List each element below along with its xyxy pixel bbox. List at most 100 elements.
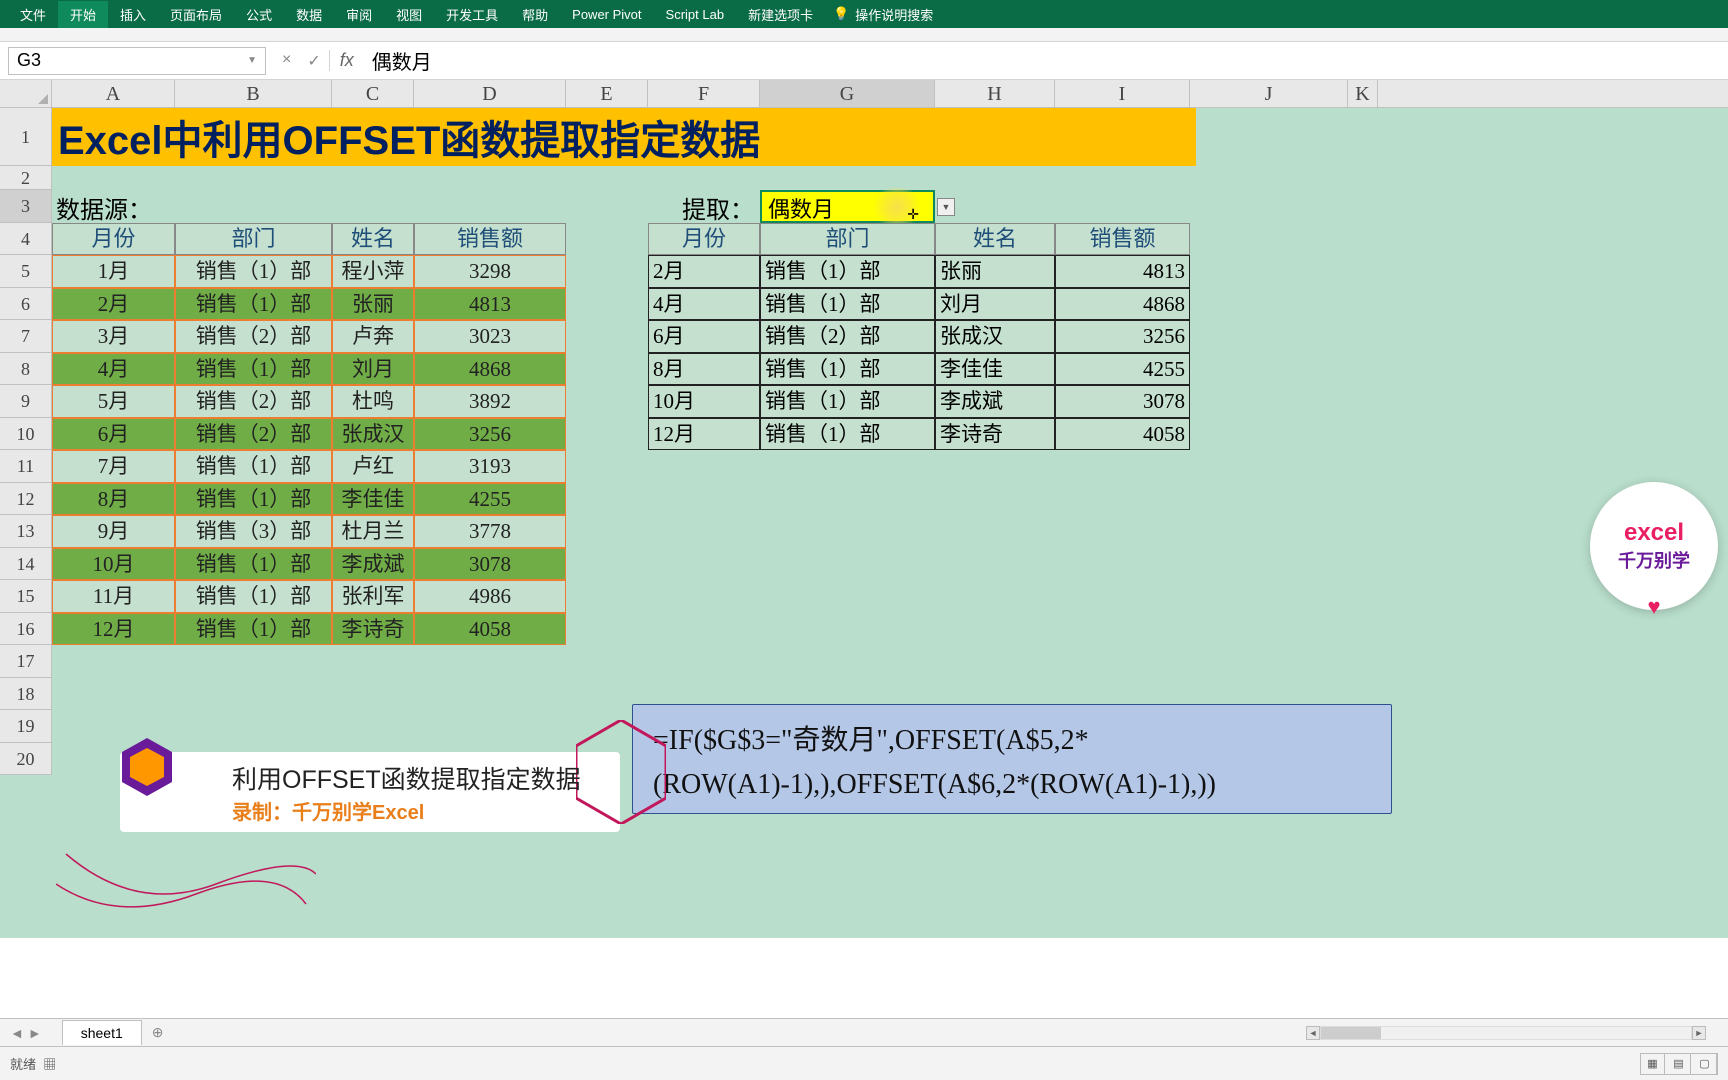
col-header-D[interactable]: D	[414, 80, 566, 107]
src-cell[interactable]: 销售（1）部	[175, 255, 332, 288]
res-cell[interactable]: 8月	[648, 353, 760, 386]
dropdown-arrow-icon[interactable]: ▼	[937, 198, 955, 216]
col-header-J[interactable]: J	[1190, 80, 1348, 107]
tab-insert[interactable]: 插入	[108, 1, 158, 28]
tell-me-search[interactable]: 💡操作说明搜索	[833, 5, 933, 24]
src-cell[interactable]: 9月	[52, 515, 175, 548]
src-cell[interactable]: 3298	[414, 255, 566, 288]
row-header-16[interactable]: 16	[0, 613, 52, 646]
res-cell[interactable]: 4868	[1055, 288, 1190, 321]
extract-dropdown-cell[interactable]: 偶数月✛▼	[760, 190, 935, 223]
res-cell[interactable]: 10月	[648, 385, 760, 418]
src-cell[interactable]: 销售（2）部	[175, 320, 332, 353]
res-cell[interactable]: 销售（1）部	[760, 288, 935, 321]
tab-page-layout[interactable]: 页面布局	[158, 1, 234, 28]
tab-script-lab[interactable]: Script Lab	[654, 3, 737, 26]
col-header-K[interactable]: K	[1348, 80, 1378, 107]
res-cell[interactable]: 李诗奇	[935, 418, 1055, 451]
src-cell[interactable]: 销售（1）部	[175, 613, 332, 646]
sheet-nav-buttons[interactable]: ◄►	[0, 1025, 52, 1041]
row-header-19[interactable]: 19	[0, 710, 52, 743]
tab-help[interactable]: 帮助	[510, 1, 560, 28]
src-cell[interactable]: 6月	[52, 418, 175, 451]
tab-home[interactable]: 开始	[58, 1, 108, 28]
row-header-17[interactable]: 17	[0, 645, 52, 678]
src-cell[interactable]: 5月	[52, 385, 175, 418]
src-cell[interactable]: 杜月兰	[332, 515, 414, 548]
row-header-14[interactable]: 14	[0, 548, 52, 581]
tab-review[interactable]: 审阅	[334, 1, 384, 28]
res-cell[interactable]: 李佳佳	[935, 353, 1055, 386]
res-cell[interactable]: 4255	[1055, 353, 1190, 386]
src-cell[interactable]: 杜鸣	[332, 385, 414, 418]
tab-data[interactable]: 数据	[284, 1, 334, 28]
src-cell[interactable]: 销售（1）部	[175, 580, 332, 613]
src-cell[interactable]: 8月	[52, 483, 175, 516]
row-header-15[interactable]: 15	[0, 580, 52, 613]
select-all-corner[interactable]	[0, 80, 52, 107]
src-cell[interactable]: 4813	[414, 288, 566, 321]
res-cell[interactable]: 刘月	[935, 288, 1055, 321]
src-cell[interactable]: 销售（1）部	[175, 483, 332, 516]
res-cell[interactable]: 销售（1）部	[760, 418, 935, 451]
row-header-8[interactable]: 8	[0, 353, 52, 386]
src-cell[interactable]: 销售（1）部	[175, 353, 332, 386]
src-cell[interactable]: 7月	[52, 450, 175, 483]
col-header-A[interactable]: A	[52, 80, 175, 107]
fx-icon[interactable]: fx	[329, 50, 364, 71]
row-header-1[interactable]: 1	[0, 108, 52, 166]
res-cell[interactable]: 张丽	[935, 255, 1055, 288]
src-cell[interactable]: 刘月	[332, 353, 414, 386]
row-header-13[interactable]: 13	[0, 515, 52, 548]
src-cell[interactable]: 4255	[414, 483, 566, 516]
worksheet-grid[interactable]: A B C D E F G H I J K 1Excel中利用OFFSET函数提…	[0, 80, 1728, 938]
row-header-10[interactable]: 10	[0, 418, 52, 451]
name-box-dropdown-icon[interactable]: ▼	[247, 55, 257, 66]
name-box[interactable]: G3 ▼	[8, 47, 266, 75]
confirm-icon[interactable]: ✓	[307, 51, 320, 71]
src-cell[interactable]: 张利军	[332, 580, 414, 613]
tab-new-tab[interactable]: 新建选项卡	[736, 1, 825, 28]
src-cell[interactable]: 张丽	[332, 288, 414, 321]
col-header-C[interactable]: C	[332, 80, 414, 107]
src-cell[interactable]: 卢奔	[332, 320, 414, 353]
row-header-5[interactable]: 5	[0, 255, 52, 288]
src-cell[interactable]: 3256	[414, 418, 566, 451]
src-cell[interactable]: 3月	[52, 320, 175, 353]
row-header-12[interactable]: 12	[0, 483, 52, 516]
src-cell[interactable]: 3023	[414, 320, 566, 353]
src-cell[interactable]: 4058	[414, 613, 566, 646]
col-header-H[interactable]: H	[935, 80, 1055, 107]
formula-input[interactable]: 偶数月	[364, 46, 1728, 75]
src-cell[interactable]: 李佳佳	[332, 483, 414, 516]
res-cell[interactable]: 12月	[648, 418, 760, 451]
res-cell[interactable]: 4813	[1055, 255, 1190, 288]
row-header-7[interactable]: 7	[0, 320, 52, 353]
src-cell[interactable]: 3193	[414, 450, 566, 483]
scroll-right-icon[interactable]: ►	[1692, 1026, 1706, 1040]
res-cell[interactable]: 4058	[1055, 418, 1190, 451]
col-header-I[interactable]: I	[1055, 80, 1190, 107]
src-cell[interactable]: 程小萍	[332, 255, 414, 288]
tab-power-pivot[interactable]: Power Pivot	[560, 3, 653, 26]
row-header-18[interactable]: 18	[0, 678, 52, 711]
tab-view[interactable]: 视图	[384, 1, 434, 28]
src-cell[interactable]: 3892	[414, 385, 566, 418]
sheet-tab-sheet1[interactable]: sheet1	[62, 1020, 142, 1045]
src-cell[interactable]: 10月	[52, 548, 175, 581]
add-sheet-button[interactable]: ⊕	[142, 1020, 174, 1045]
src-cell[interactable]: 销售（1）部	[175, 450, 332, 483]
src-cell[interactable]: 4986	[414, 580, 566, 613]
scroll-left-icon[interactable]: ◄	[1306, 1026, 1320, 1040]
src-cell[interactable]: 11月	[52, 580, 175, 613]
row-header-3[interactable]: 3	[0, 190, 52, 223]
macro-record-icon[interactable]: ▦	[43, 1057, 56, 1072]
src-cell[interactable]: 张成汉	[332, 418, 414, 451]
src-cell[interactable]: 销售（1）部	[175, 548, 332, 581]
res-cell[interactable]: 销售（1）部	[760, 255, 935, 288]
src-cell[interactable]: 4月	[52, 353, 175, 386]
res-cell[interactable]: 李成斌	[935, 385, 1055, 418]
src-cell[interactable]: 12月	[52, 613, 175, 646]
src-cell[interactable]: 卢红	[332, 450, 414, 483]
row-header-9[interactable]: 9	[0, 385, 52, 418]
